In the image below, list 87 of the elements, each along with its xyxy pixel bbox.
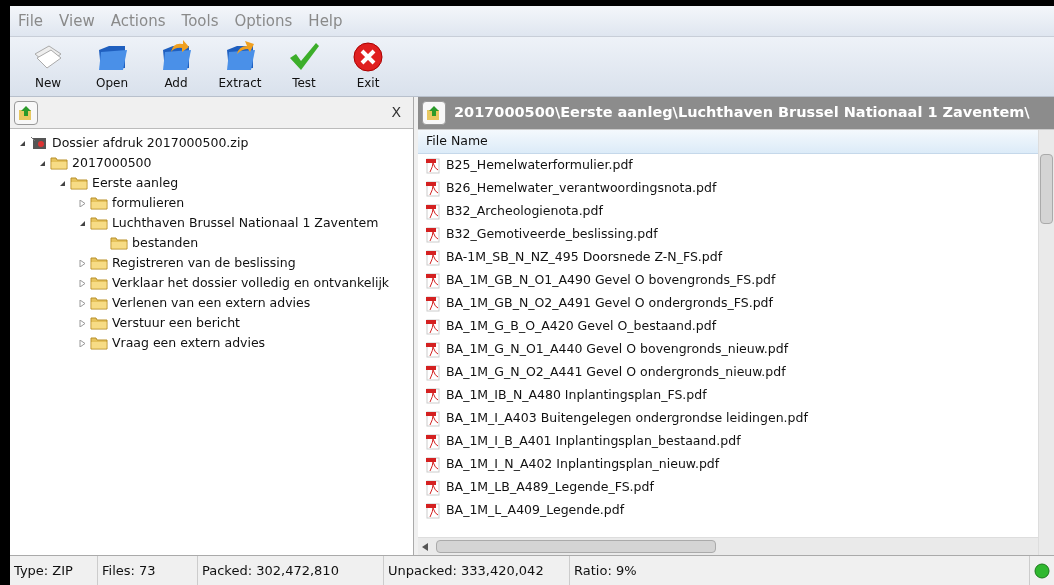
pdf-icon: [426, 364, 440, 381]
file-name[interactable]: B26_Hemelwater_verantwoordingsnota.pdf: [446, 179, 717, 198]
pdf-icon: [426, 203, 440, 220]
folder-up-icon: [18, 104, 34, 121]
expanded-arrow-icon[interactable]: [58, 179, 66, 187]
folder-icon: [90, 316, 108, 330]
toolbar-button[interactable]: New: [22, 40, 74, 92]
collapsed-arrow-icon[interactable]: [78, 319, 86, 327]
pdf-icon: [426, 157, 440, 174]
status-field: Unpacked: 333,420,042: [384, 556, 570, 585]
status-field: Type: ZIP: [10, 556, 98, 585]
folder-icon: [50, 156, 68, 170]
expanded-arrow-icon[interactable]: [78, 219, 86, 227]
file-name[interactable]: B32_Archeologienota.pdf: [446, 202, 603, 221]
folder-icon: [90, 216, 108, 230]
status-field: Packed: 302,472,810: [198, 556, 384, 585]
close-button[interactable]: X: [383, 102, 409, 123]
collapsed-arrow-icon[interactable]: [78, 299, 86, 307]
collapsed-arrow-icon[interactable]: [78, 279, 86, 287]
archive-icon: [30, 136, 48, 150]
folder-icon: [90, 196, 108, 210]
folder-icon: [90, 256, 108, 270]
pdf-icon: [426, 433, 440, 450]
folder-icon: [90, 296, 108, 310]
file-name[interactable]: BA_1M_G_N_O2_A441 Gevel O ondergronds_nieuw.pdf: [446, 363, 786, 382]
tree-item[interactable]: formulieren: [112, 193, 185, 213]
expanded-arrow-icon[interactable]: [38, 159, 46, 167]
tree-item[interactable]: Verklaar het dossier volledig en ontvankelijk: [112, 273, 390, 293]
scroll-left-icon[interactable]: [422, 542, 428, 551]
tree-item[interactable]: Luchthaven Brussel Nationaal 1 Zaventem: [112, 213, 379, 233]
collapsed-arrow-icon[interactable]: [78, 339, 86, 347]
file-name[interactable]: BA_1M_G_B_O_A420 Gevel O_bestaand.pdf: [446, 317, 717, 336]
tree-item[interactable]: Verlenen van een extern advies: [112, 293, 311, 313]
status-field: Files: 73: [98, 556, 198, 585]
file-name[interactable]: B25_Hemelwaterformulier.pdf: [446, 156, 633, 175]
toolbar-button[interactable]: Add: [150, 40, 202, 92]
pdf-icon: [426, 295, 440, 312]
pdf-icon: [426, 410, 440, 427]
tree-item[interactable]: Verstuur een bericht: [112, 313, 240, 333]
collapsed-arrow-icon[interactable]: [78, 259, 86, 267]
up-button[interactable]: [422, 101, 446, 125]
pdf-icon: [426, 249, 440, 266]
toolbar-button[interactable]: Exit: [342, 40, 394, 92]
pdf-icon: [426, 180, 440, 197]
tree-item[interactable]: bestanden: [132, 233, 199, 253]
up-button[interactable]: [14, 100, 38, 125]
pdf-icon: [426, 456, 440, 473]
expanded-arrow-icon[interactable]: [18, 139, 26, 147]
collapsed-arrow-icon[interactable]: [78, 199, 86, 207]
toolbar-button[interactable]: Test: [278, 40, 330, 92]
tree-item[interactable]: Vraag een extern advies: [112, 333, 266, 353]
file-name[interactable]: BA_1M_IB_N_A480 Inplantingsplan_FS.pdf: [446, 386, 707, 405]
file-name[interactable]: BA_1M_I_B_A401 Inplantingsplan_bestaand.pdf: [446, 432, 741, 451]
horizontal-scrollbar[interactable]: [418, 537, 1038, 555]
file-name[interactable]: BA-1M_SB_N_NZ_495 Doorsnede Z-N_FS.pdf: [446, 248, 723, 267]
file-name[interactable]: BA_1M_G_N_O1_A440 Gevel O bovengronds_nieuw.pdf: [446, 340, 789, 359]
status-field: Ratio: 9%: [570, 556, 1030, 585]
tree-item[interactable]: 2017000500: [72, 153, 152, 173]
toolbar-button[interactable]: Open: [86, 40, 138, 92]
file-name[interactable]: BA_1M_LB_A489_Legende_FS.pdf: [446, 478, 654, 497]
pdf-icon: [426, 479, 440, 496]
pdf-icon: [426, 502, 440, 519]
pdf-icon: [426, 272, 440, 289]
folder-up-icon: [426, 105, 442, 121]
path-text: 2017000500\Eerste aanleg\Luchthaven Brussel Nationaal 1 Zaventem\: [454, 103, 1030, 123]
file-name[interactable]: BA_1M_L_A409_Legende.pdf: [446, 501, 625, 520]
file-name[interactable]: BA_1M_I_N_A402 Inplantingsplan_nieuw.pdf: [446, 455, 720, 474]
vertical-scrollbar[interactable]: [1038, 130, 1054, 555]
folder-icon: [70, 176, 88, 190]
file-name[interactable]: BA_1M_GB_N_O1_A490 Gevel O bovengronds_FS.pdf: [446, 271, 776, 290]
close-icon: [351, 40, 385, 74]
file-name[interactable]: BA_1M_I_A403 Buitengelegen ondergrondse leidingen.pdf: [446, 409, 808, 428]
pdf-icon: [426, 226, 440, 243]
pdf-icon: [426, 318, 440, 335]
toolbar-button[interactable]: Extract: [214, 40, 266, 92]
column-header[interactable]: File Name: [418, 130, 1038, 154]
folder-icon: [110, 236, 128, 250]
pdf-icon: [426, 387, 440, 404]
pdf-icon: [426, 341, 440, 358]
tree-item[interactable]: Dossier afdruk 2017000500.zip: [52, 133, 249, 153]
status-light-icon: [1034, 562, 1050, 579]
tree-item[interactable]: Registreren van de beslissing: [112, 253, 296, 273]
file-name[interactable]: B32_Gemotiveerde_beslissing.pdf: [446, 225, 658, 244]
folder-icon: [90, 276, 108, 290]
file-name[interactable]: BA_1M_GB_N_O2_A491 Gevel O ondergronds_FS.pdf: [446, 294, 773, 313]
tree-item[interactable]: Eerste aanleg: [92, 173, 179, 193]
folder-icon: [90, 336, 108, 350]
